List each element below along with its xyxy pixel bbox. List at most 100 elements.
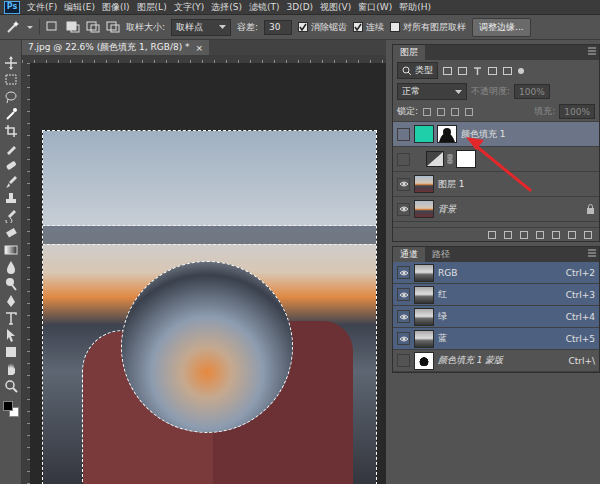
panel-tab[interactable]: 通道 — [393, 247, 425, 262]
eraser-tool-icon[interactable] — [4, 226, 18, 240]
layer-name: 背景 — [438, 203, 582, 216]
visibility-toggle[interactable] — [397, 178, 410, 191]
white-mask-icon — [456, 150, 476, 168]
lock-all-icon[interactable] — [464, 107, 474, 117]
dropdown-arrow-icon[interactable] — [27, 20, 33, 34]
menu-item[interactable]: 3D(D) — [286, 2, 313, 12]
visibility-toggle[interactable] — [397, 354, 410, 367]
dodge-tool-icon[interactable] — [4, 277, 18, 291]
path-select-tool-icon[interactable] — [4, 328, 18, 342]
visibility-toggle[interactable] — [397, 288, 410, 301]
magic-wand-tool-icon[interactable] — [4, 107, 18, 121]
smart-filter-icon[interactable] — [502, 66, 513, 76]
healing-tool-icon[interactable] — [4, 158, 18, 172]
fill-field[interactable]: 100% — [559, 104, 595, 119]
shape-filter-icon[interactable] — [487, 66, 498, 76]
stamp-tool-icon[interactable] — [4, 192, 18, 206]
menu-item[interactable]: 帮助(H) — [399, 1, 431, 14]
crop-tool-icon[interactable] — [4, 124, 18, 138]
channel-row[interactable]: 红Ctrl+3 — [393, 284, 599, 306]
menu-item[interactable]: 视图(V) — [320, 1, 351, 14]
layer-row[interactable]: 颜色填充 1 — [393, 122, 599, 147]
checkbox[interactable] — [298, 22, 308, 32]
visibility-toggle[interactable] — [397, 266, 410, 279]
menu-item[interactable]: 文件(F) — [27, 1, 57, 14]
zoom-tool-icon[interactable] — [4, 379, 18, 393]
option-checkbox[interactable]: 消除锯齿 — [298, 21, 347, 34]
delete-layer-icon[interactable] — [583, 230, 593, 240]
image-filter-icon[interactable] — [442, 66, 453, 76]
blend-mode-dropdown[interactable]: 正常 — [397, 83, 467, 100]
photo-canvas[interactable] — [43, 131, 376, 484]
menu-item[interactable]: 文字(Y) — [174, 1, 205, 14]
panel-tab[interactable]: 路径 — [425, 247, 457, 262]
close-tab-button[interactable]: × — [196, 43, 204, 53]
adjustment-filter-icon[interactable] — [457, 66, 468, 76]
visibility-toggle[interactable] — [397, 153, 410, 166]
option-checkbox[interactable]: 连续 — [353, 21, 384, 34]
lock-position-icon[interactable] — [450, 107, 460, 117]
visibility-toggle[interactable] — [397, 128, 410, 141]
tolerance-field[interactable]: 30 — [264, 20, 292, 35]
panel-menu-icon[interactable] — [585, 45, 599, 60]
channel-row[interactable]: 绿Ctrl+4 — [393, 306, 599, 328]
channel-row[interactable]: 颜色填充 1 蒙版Ctrl+\ — [393, 350, 599, 372]
menu-item[interactable]: 图层(L) — [137, 1, 167, 14]
sample-size-dropdown[interactable]: 取样点 — [171, 19, 231, 36]
layer-style-icon[interactable] — [503, 230, 513, 240]
opacity-field[interactable]: 100% — [514, 84, 550, 99]
new-adjustment-icon[interactable] — [535, 230, 545, 240]
history-brush-icon[interactable] — [4, 209, 18, 223]
new-selection-icon[interactable] — [46, 20, 60, 34]
menu-item[interactable]: 编辑(E) — [64, 1, 95, 14]
visibility-toggle[interactable] — [397, 332, 410, 345]
intersect-selection-icon[interactable] — [106, 20, 120, 34]
eyedropper-tool-icon[interactable] — [4, 141, 18, 155]
menu-item[interactable]: 图像(I) — [102, 1, 130, 14]
hand-tool-icon[interactable] — [4, 362, 18, 376]
checkbox[interactable] — [390, 22, 400, 32]
menu-item[interactable]: 选择(S) — [211, 1, 242, 14]
lock-image-icon[interactable] — [436, 107, 446, 117]
layer-row[interactable] — [393, 147, 599, 172]
check-icon — [299, 23, 307, 31]
channels-panel: 通道路径RGBCtrl+2红Ctrl+3绿Ctrl+4蓝Ctrl+5颜色填充 1… — [392, 246, 600, 373]
document-tab[interactable]: 7.jpg @ 22.6% (颜色填充 1, RGB/8) *× — [22, 40, 209, 55]
subtract-selection-icon[interactable] — [86, 20, 100, 34]
layer-row[interactable]: 图层 1 — [393, 172, 599, 197]
menu-item[interactable]: 窗口(W) — [358, 1, 392, 14]
color-swatches[interactable] — [2, 400, 20, 418]
foreground-color-swatch[interactable] — [3, 401, 13, 411]
checkbox[interactable] — [353, 22, 363, 32]
type-tool-icon[interactable] — [4, 311, 18, 325]
blur-tool-icon[interactable] — [4, 260, 18, 274]
gradient-tool-icon[interactable] — [4, 243, 18, 257]
new-group-icon[interactable] — [551, 230, 561, 240]
type-filter-icon[interactable] — [472, 66, 483, 76]
brush-tool-icon[interactable] — [4, 175, 18, 189]
refine-edge-button[interactable]: 调整边缘... — [472, 18, 531, 37]
channel-row[interactable]: 蓝Ctrl+5 — [393, 328, 599, 350]
pen-tool-icon[interactable] — [4, 294, 18, 308]
visibility-toggle[interactable] — [397, 310, 410, 323]
marquee-tool-icon[interactable] — [4, 73, 18, 87]
layer-row[interactable]: 背景 — [393, 197, 599, 222]
lock-pixels-icon[interactable] — [422, 107, 432, 117]
move-tool-icon[interactable] — [4, 56, 18, 70]
channel-row[interactable]: RGBCtrl+2 — [393, 262, 599, 284]
link-layers-icon[interactable] — [487, 230, 497, 240]
option-checkbox[interactable]: 对所有图层取样 — [390, 21, 466, 34]
shape-tool-icon[interactable] — [4, 345, 18, 359]
filter-toggle-icon[interactable] — [517, 66, 525, 76]
panel-tab[interactable]: 图层 — [393, 45, 425, 60]
menu-item[interactable]: 滤镜(T) — [249, 1, 280, 14]
magic-wand-icon[interactable] — [5, 20, 21, 34]
panel-header: 通道路径 — [393, 247, 599, 262]
lasso-tool-icon[interactable] — [4, 90, 18, 104]
panel-menu-icon[interactable] — [585, 247, 599, 262]
new-layer-icon[interactable] — [567, 230, 577, 240]
visibility-toggle[interactable] — [397, 203, 410, 216]
add-mask-icon[interactable] — [519, 230, 529, 240]
add-selection-icon[interactable] — [66, 20, 80, 34]
layer-filter-dropdown[interactable]: 类型 — [397, 62, 438, 79]
